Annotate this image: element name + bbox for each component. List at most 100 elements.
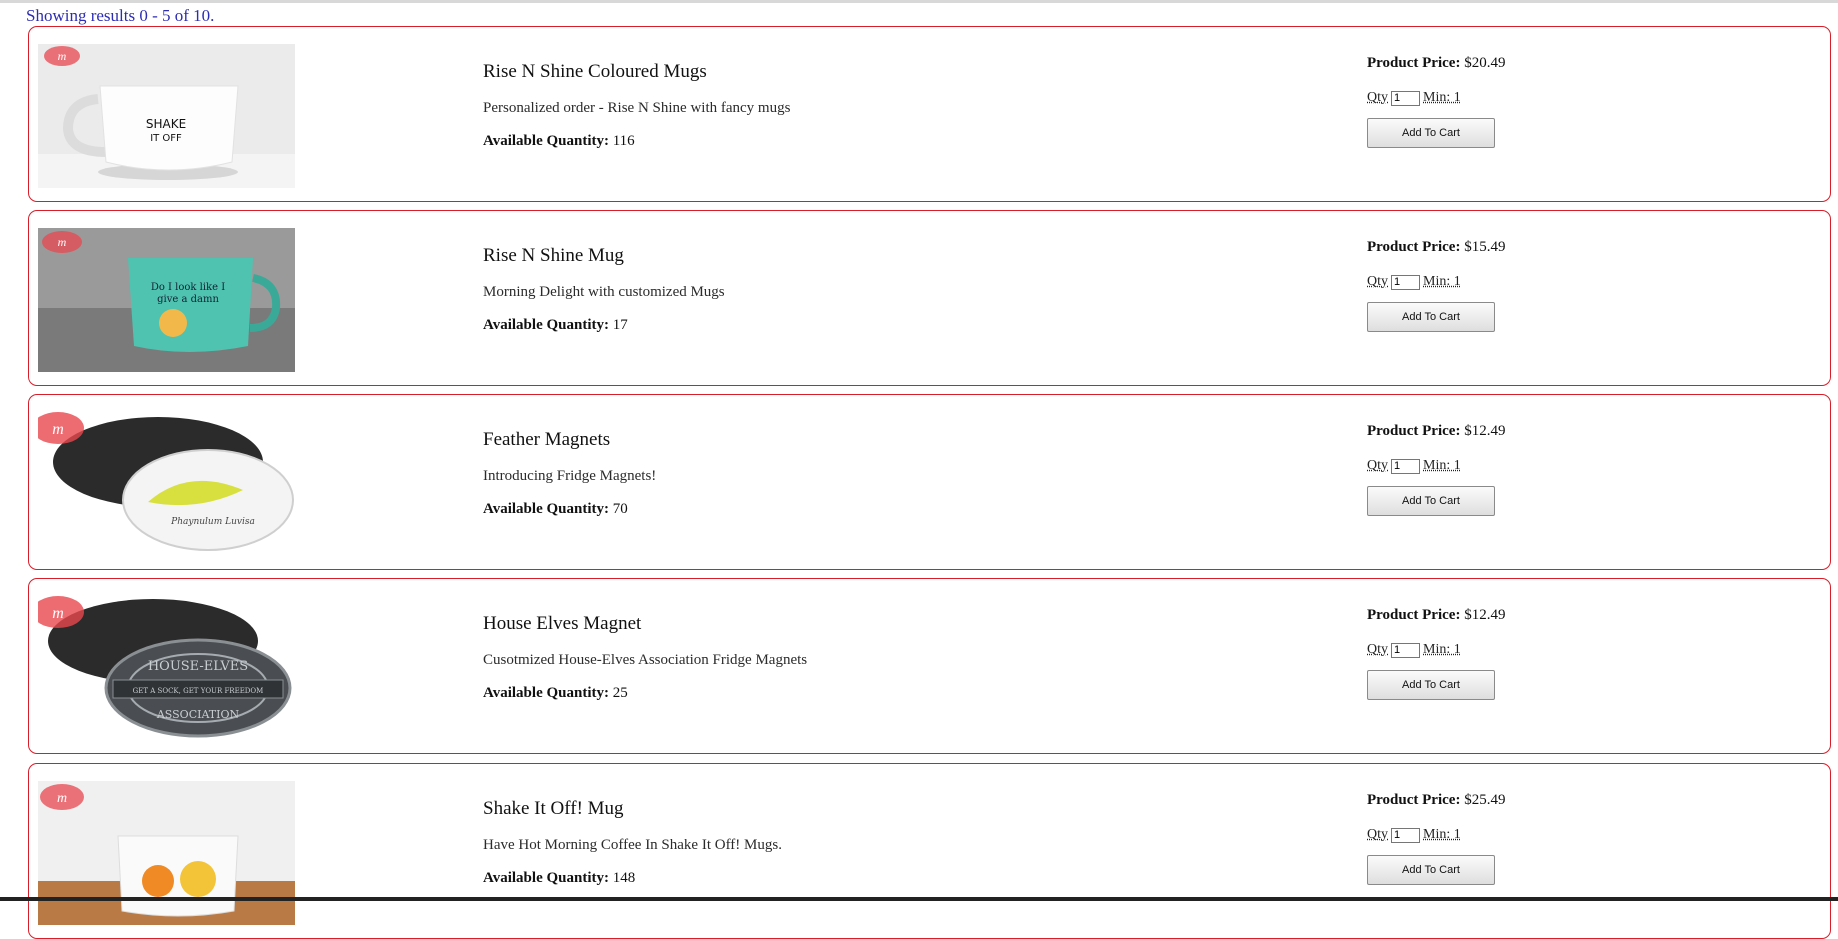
product-price: Product Price: $25.49: [1367, 792, 1505, 809]
product-image[interactable]: SHAKE IT OFF m: [38, 44, 295, 188]
product-price: Product Price: $12.49: [1367, 607, 1505, 624]
add-to-cart-button[interactable]: Add To Cart: [1367, 670, 1495, 700]
price-label: Product Price:: [1367, 423, 1460, 439]
purchase-panel: Product Price: $12.49 Qty Min: 1 Add To …: [1367, 423, 1505, 516]
product-info: Rise N Shine Mug Morning Delight with cu…: [483, 245, 725, 334]
product-title[interactable]: House Elves Magnet: [483, 613, 807, 637]
min-label: Min: 1: [1423, 274, 1461, 290]
product-description: Morning Delight with customized Mugs: [483, 284, 725, 301]
svg-text:GET A SOCK, GET YOUR FREEDOM: GET A SOCK, GET YOUR FREEDOM: [133, 687, 264, 695]
price-label: Product Price:: [1367, 55, 1460, 71]
available-value: 148: [613, 870, 636, 886]
available-label: Available Quantity:: [483, 133, 609, 149]
available-quantity: Available Quantity: 25: [483, 685, 807, 702]
quantity-row: Qty Min: 1: [1367, 827, 1505, 843]
available-value: 70: [613, 501, 628, 517]
product-info: House Elves Magnet Cusotmized House-Elve…: [483, 613, 807, 702]
svg-text:m: m: [58, 49, 67, 63]
product-title[interactable]: Rise N Shine Mug: [483, 245, 725, 269]
product-price: Product Price: $15.49: [1367, 239, 1505, 256]
qty-label: Qty: [1367, 458, 1388, 474]
price-label: Product Price:: [1367, 239, 1460, 255]
quantity-input[interactable]: [1391, 275, 1420, 290]
min-label: Min: 1: [1423, 90, 1461, 106]
price-value: $12.49: [1464, 423, 1505, 439]
product-card: Do I look like I give a damn m Rise N Sh…: [28, 210, 1831, 386]
svg-text:Phaynulum Luvisa: Phaynulum Luvisa: [170, 517, 255, 527]
svg-text:IT OFF: IT OFF: [150, 133, 182, 144]
results-summary: Showing results 0 - 5 of 10.: [26, 6, 214, 26]
svg-text:Do I look like I: Do I look like I: [151, 282, 225, 293]
price-label: Product Price:: [1367, 607, 1460, 623]
add-to-cart-button[interactable]: Add To Cart: [1367, 302, 1495, 332]
svg-text:give a damn: give a damn: [157, 294, 219, 305]
price-label: Product Price:: [1367, 792, 1460, 808]
available-label: Available Quantity:: [483, 685, 609, 701]
quantity-row: Qty Min: 1: [1367, 458, 1505, 474]
product-price: Product Price: $20.49: [1367, 55, 1505, 72]
product-description: Cusotmized House-Elves Association Fridg…: [483, 652, 807, 669]
price-value: $12.49: [1464, 607, 1505, 623]
qty-label: Qty: [1367, 90, 1388, 106]
svg-text:m: m: [52, 605, 64, 622]
price-value: $15.49: [1464, 239, 1505, 255]
product-info: Rise N Shine Coloured Mugs Personalized …: [483, 61, 790, 150]
product-title[interactable]: Rise N Shine Coloured Mugs: [483, 61, 790, 85]
min-label: Min: 1: [1423, 642, 1461, 658]
purchase-panel: Product Price: $15.49 Qty Min: 1 Add To …: [1367, 239, 1505, 332]
quantity-row: Qty Min: 1: [1367, 642, 1505, 658]
product-card: Phaynulum Luvisa m Feather Magnets Intro…: [28, 394, 1831, 570]
svg-text:m: m: [52, 421, 64, 438]
purchase-panel: Product Price: $20.49 Qty Min: 1 Add To …: [1367, 55, 1505, 148]
add-to-cart-button[interactable]: Add To Cart: [1367, 486, 1495, 516]
price-value: $25.49: [1464, 792, 1505, 808]
available-label: Available Quantity:: [483, 870, 609, 886]
svg-text:m: m: [58, 235, 67, 249]
quantity-row: Qty Min: 1: [1367, 90, 1505, 106]
product-title[interactable]: Feather Magnets: [483, 429, 656, 453]
product-image[interactable]: Do I look like I give a damn m: [38, 228, 295, 372]
product-card: m Shake It Off! Mug Have Hot Morning Cof…: [28, 763, 1831, 939]
svg-text:m: m: [57, 791, 67, 806]
available-quantity: Available Quantity: 17: [483, 317, 725, 334]
product-price: Product Price: $12.49: [1367, 423, 1505, 440]
purchase-panel: Product Price: $12.49 Qty Min: 1 Add To …: [1367, 607, 1505, 700]
svg-text:HOUSE-ELVES: HOUSE-ELVES: [148, 659, 248, 674]
min-label: Min: 1: [1423, 458, 1461, 474]
add-to-cart-button[interactable]: Add To Cart: [1367, 118, 1495, 148]
add-to-cart-button[interactable]: Add To Cart: [1367, 855, 1495, 885]
product-title[interactable]: Shake It Off! Mug: [483, 798, 782, 822]
available-label: Available Quantity:: [483, 317, 609, 333]
min-label: Min: 1: [1423, 827, 1461, 843]
quantity-input[interactable]: [1391, 828, 1420, 843]
available-quantity: Available Quantity: 116: [483, 133, 790, 150]
product-image[interactable]: Phaynulum Luvisa m: [38, 412, 295, 556]
product-description: Introducing Fridge Magnets!: [483, 468, 656, 485]
available-value: 116: [613, 133, 635, 149]
purchase-panel: Product Price: $25.49 Qty Min: 1 Add To …: [1367, 792, 1505, 885]
quantity-input[interactable]: [1391, 91, 1420, 106]
qty-label: Qty: [1367, 642, 1388, 658]
top-rule: [0, 0, 1838, 3]
available-quantity: Available Quantity: 70: [483, 501, 656, 518]
available-label: Available Quantity:: [483, 501, 609, 517]
product-description: Personalized order - Rise N Shine with f…: [483, 100, 790, 117]
available-quantity: Available Quantity: 148: [483, 870, 782, 887]
quantity-input[interactable]: [1391, 459, 1420, 474]
product-card: SHAKE IT OFF m Rise N Shine Coloured Mug…: [28, 26, 1831, 202]
bottom-bar: [0, 897, 1838, 901]
product-info: Feather Magnets Introducing Fridge Magne…: [483, 429, 656, 518]
product-card: HOUSE-ELVES GET A SOCK, GET YOUR FREEDOM…: [28, 578, 1831, 754]
product-description: Have Hot Morning Coffee In Shake It Off!…: [483, 837, 782, 854]
qty-label: Qty: [1367, 827, 1388, 843]
product-image[interactable]: HOUSE-ELVES GET A SOCK, GET YOUR FREEDOM…: [38, 596, 295, 740]
svg-text:ASSOCIATION: ASSOCIATION: [156, 708, 240, 721]
available-value: 25: [613, 685, 628, 701]
svg-text:SHAKE: SHAKE: [146, 117, 186, 131]
quantity-input[interactable]: [1391, 643, 1420, 658]
product-image[interactable]: m: [38, 781, 295, 925]
price-value: $20.49: [1464, 55, 1505, 71]
qty-label: Qty: [1367, 274, 1388, 290]
quantity-row: Qty Min: 1: [1367, 274, 1505, 290]
product-info: Shake It Off! Mug Have Hot Morning Coffe…: [483, 798, 782, 887]
